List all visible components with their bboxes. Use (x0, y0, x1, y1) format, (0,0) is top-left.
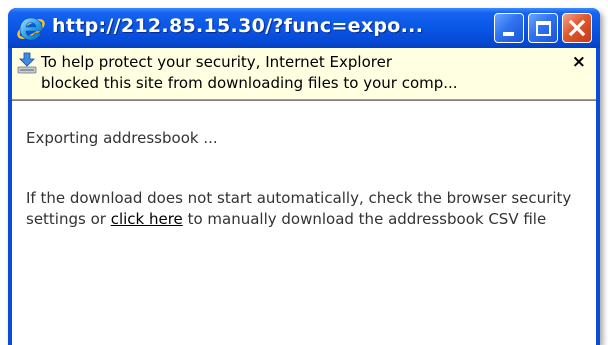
security-information-bar[interactable]: To help protect your security, Internet … (12, 48, 596, 100)
minimize-button[interactable] (494, 13, 524, 43)
download-warning-icon (17, 52, 37, 74)
minimize-icon (503, 32, 514, 36)
internet-explorer-icon (17, 17, 45, 41)
message-after-link: to manually download the addressbook CSV… (182, 210, 547, 228)
infobar-message: To help protect your security, Internet … (41, 52, 566, 94)
window-title: http://212.85.15.30/?func=expo... (52, 15, 424, 37)
close-icon (568, 19, 586, 37)
manual-download-link[interactable]: click here (111, 210, 183, 228)
infobar-close-button[interactable]: × (572, 52, 586, 72)
close-button[interactable] (562, 13, 592, 43)
download-instructions: If the download does not start automatic… (26, 188, 586, 230)
title-bar[interactable]: http://212.85.15.30/?func=expo... (8, 8, 600, 48)
page-content: Exporting addressbook ... If the downloa… (12, 100, 596, 345)
maximize-button[interactable] (528, 13, 558, 43)
maximize-icon (536, 21, 551, 36)
browser-popup-window: http://212.85.15.30/?func=expo... To hel… (8, 8, 600, 345)
infobar-line-2: blocked this site from downloading files… (41, 74, 458, 92)
window-frame-right (596, 48, 600, 345)
export-status: Exporting addressbook ... (26, 129, 218, 147)
infobar-line-1: To help protect your security, Internet … (41, 53, 392, 71)
